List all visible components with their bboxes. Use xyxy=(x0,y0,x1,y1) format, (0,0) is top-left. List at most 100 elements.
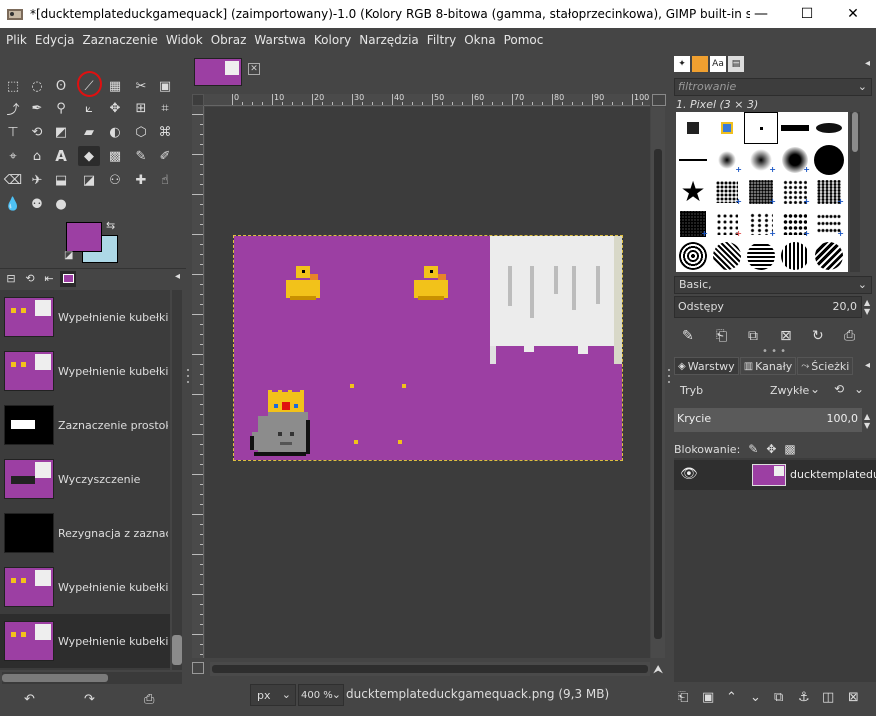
quick-mask-icon[interactable] xyxy=(192,662,204,674)
measure-icon[interactable]: ⟀ xyxy=(78,98,100,118)
mypaint-icon[interactable]: ◪ xyxy=(78,170,100,190)
blur-icon[interactable]: 💧 xyxy=(2,194,24,214)
move-icon[interactable]: ✥ xyxy=(104,98,126,118)
brush-swatch[interactable] xyxy=(778,240,812,272)
menu-colors[interactable]: Kolory xyxy=(310,33,355,47)
cage-icon[interactable]: ⌘ xyxy=(154,122,176,142)
flip-icon[interactable]: ◐ xyxy=(104,122,126,142)
horizontal-ruler[interactable]: 0 10 20 30 40 50 60 70 80 90 100 xyxy=(204,94,650,106)
zoom-to-fit-icon[interactable] xyxy=(652,94,666,106)
navigate-icon[interactable]: ⮝ xyxy=(653,662,663,677)
brush-swatch[interactable]: + xyxy=(710,144,744,176)
pencil-icon[interactable]: ✎ xyxy=(130,146,152,166)
history-scrollbar[interactable] xyxy=(172,290,182,670)
brush-spacing-slider[interactable]: Odstępy 20,0 xyxy=(674,296,862,318)
menu-help[interactable]: Pomoc xyxy=(500,33,548,47)
brush-swatch[interactable] xyxy=(812,240,846,272)
dodge-icon[interactable]: ⚉ xyxy=(26,194,48,214)
menu-edit[interactable]: Edycja xyxy=(31,33,79,47)
brush-swatch[interactable] xyxy=(676,144,710,176)
path-icon[interactable]: ⤴ xyxy=(2,98,24,118)
brush-tag-select[interactable]: Basic, ⌄ xyxy=(674,276,872,294)
brush-swatch[interactable]: + xyxy=(676,208,710,240)
history-item[interactable]: Rezygnacja z zaznaczenia xyxy=(0,506,170,560)
paths-tab[interactable]: ⤳ Ścieżki xyxy=(797,357,854,375)
layer-row[interactable]: 👁 ducktemplateduck xyxy=(674,460,876,490)
brushes-tab-icon[interactable]: ✦ xyxy=(674,56,690,72)
ellipse-select-icon[interactable]: ◌ xyxy=(26,76,48,96)
chevron-down-icon[interactable]: ⌄ xyxy=(854,382,864,396)
spacing-stepper-icon[interactable]: ▲ ▼ xyxy=(864,298,870,316)
menu-windows[interactable]: Okna xyxy=(460,33,499,47)
color-icon[interactable]: ● xyxy=(50,194,72,214)
image-tab-close-icon[interactable]: ✕ xyxy=(248,63,260,75)
redo-icon[interactable]: ↷ xyxy=(84,692,95,707)
history-item-selected[interactable]: Wypełnienie kubełkiem xyxy=(0,614,170,668)
foreground-color-swatch[interactable] xyxy=(66,222,102,252)
lock-alpha-icon[interactable]: ▩ xyxy=(784,442,795,456)
canvas-vscrollbar[interactable] xyxy=(651,107,665,658)
menu-image[interactable]: Obraz xyxy=(207,33,251,47)
delete-layer-icon[interactable]: ⊠ xyxy=(848,690,859,705)
shear-icon[interactable]: ▰ xyxy=(78,122,100,142)
brush-swatch[interactable] xyxy=(676,112,710,144)
ink-icon[interactable]: ⬓ xyxy=(50,170,72,190)
text-icon[interactable]: A xyxy=(50,146,72,166)
brush-swatch[interactable] xyxy=(676,240,710,272)
crop-icon[interactable]: ⌗ xyxy=(154,98,176,118)
swap-colors-icon[interactable]: ⇆ xyxy=(106,219,115,232)
paintbrush-icon[interactable]: ✐ xyxy=(154,146,176,166)
history-hscrollbar[interactable] xyxy=(2,672,182,684)
opacity-slider[interactable]: Krycie 100,0 xyxy=(674,408,862,432)
patterns-tab-icon[interactable] xyxy=(692,56,708,72)
select-by-color-icon[interactable]: ▦ xyxy=(104,76,126,96)
mode-switch-icon[interactable]: ⟲ xyxy=(834,382,844,396)
undo-icon[interactable]: ↶ xyxy=(24,692,35,707)
brush-swatch[interactable] xyxy=(778,112,812,144)
scissors-icon[interactable]: ✂ xyxy=(130,76,152,96)
menu-layer[interactable]: Warstwa xyxy=(250,33,310,47)
menu-file[interactable]: Plik xyxy=(2,33,31,47)
fonts-tab-icon[interactable]: Aa xyxy=(710,56,726,72)
duplicate-layer-icon[interactable]: ⧉ xyxy=(774,690,783,705)
perspective-icon[interactable]: ⬡ xyxy=(130,122,152,142)
eye-visibility-icon[interactable]: 👁 xyxy=(680,466,698,482)
eraser-icon[interactable]: ⌫ xyxy=(2,170,24,190)
brush-swatch[interactable]: + xyxy=(812,176,846,208)
brush-swatch-selected[interactable] xyxy=(744,112,778,144)
smudge-icon[interactable]: ☝ xyxy=(154,170,176,190)
dock-grip-left[interactable] xyxy=(186,366,190,390)
zoom-icon[interactable]: ⚲ xyxy=(50,98,72,118)
unified-transform-icon[interactable]: ⊤ xyxy=(2,122,24,142)
scale-icon[interactable]: ◩ xyxy=(50,122,72,142)
delete-brush-icon[interactable]: ⊠ xyxy=(780,328,792,344)
lock-position-icon[interactable]: ✥ xyxy=(766,442,776,456)
device-status-tab-icon[interactable]: ⟲ xyxy=(22,271,38,287)
canvas-hscrollbar[interactable] xyxy=(210,662,650,676)
brush-swatch[interactable]: + xyxy=(710,176,744,208)
mask-layer-icon[interactable]: ◫ xyxy=(822,690,834,705)
bucket-fill-icon[interactable]: ◆ xyxy=(78,146,100,166)
layers-tab[interactable]: ◈ Warstwy xyxy=(674,357,739,375)
brush-swatch[interactable]: + xyxy=(778,208,812,240)
document-history-tab-icon[interactable]: ▤ xyxy=(728,56,744,72)
menu-filters[interactable]: Filtry xyxy=(423,33,460,47)
chevron-down-icon[interactable]: ⌄ xyxy=(810,382,820,396)
brush-swatch[interactable]: + xyxy=(744,176,778,208)
brush-swatch[interactable] xyxy=(710,112,744,144)
undo-history-tab-icon[interactable]: ⇤ xyxy=(41,271,57,287)
gradient-icon[interactable]: ▩ xyxy=(104,146,126,166)
new-layer-group-icon[interactable]: ▣ xyxy=(702,690,714,705)
dock-menu-icon[interactable]: ◂ xyxy=(865,360,870,371)
align-icon[interactable]: ⊞ xyxy=(130,98,152,118)
vertical-ruler[interactable] xyxy=(192,106,204,658)
brush-swatch[interactable]: + xyxy=(778,144,812,176)
brush-swatch[interactable]: + xyxy=(812,208,846,240)
images-tab-icon[interactable] xyxy=(60,270,76,287)
brush-swatch[interactable] xyxy=(744,240,778,272)
image-tab-thumbnail[interactable] xyxy=(194,58,242,86)
dock-menu-icon[interactable]: ◂ xyxy=(865,58,870,69)
duplicate-brush-icon[interactable]: ⧉ xyxy=(748,328,758,344)
rect-select-icon[interactable]: ⬚ xyxy=(2,76,24,96)
heal-icon[interactable]: ✚ xyxy=(130,170,152,190)
